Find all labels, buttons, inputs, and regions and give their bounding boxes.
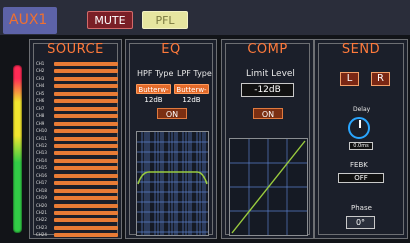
eq-panel: EQ HPF Type LPF Type Butterw-12dB Butter… <box>125 39 217 239</box>
send-title: SEND <box>341 42 381 57</box>
comp-graph <box>229 138 308 236</box>
send-panel: SEND L R Delay 0.0ms FEBK OFF Phase 0° <box>314 39 408 239</box>
phase-label: Phase <box>351 204 372 212</box>
channel-fader[interactable] <box>54 136 118 141</box>
febk-value[interactable]: OFF <box>338 173 384 183</box>
channel-fader[interactable] <box>54 173 118 178</box>
eq-graph-svg <box>137 132 208 235</box>
channel-fader[interactable] <box>54 151 118 156</box>
channel-fader[interactable] <box>54 181 118 186</box>
top-bar: AUX1 MUTE PFL <box>0 0 410 35</box>
delay-knob-pointer <box>359 120 361 128</box>
channel-fader[interactable] <box>54 233 118 238</box>
channel-fader[interactable] <box>54 91 118 96</box>
channel-fader[interactable] <box>54 99 118 104</box>
hpf-type-button[interactable]: Butterw-12dB <box>136 84 171 104</box>
comp-on-button[interactable]: ON <box>253 108 283 119</box>
send-left-button[interactable]: L <box>340 72 359 86</box>
channel-fader[interactable] <box>54 106 118 111</box>
aux1-tab[interactable]: AUX1 <box>3 7 57 34</box>
eq-graph <box>136 131 209 236</box>
channel-fader[interactable] <box>54 143 118 148</box>
hpf-type-value: Butterw-12dB <box>138 86 169 104</box>
channel-fader[interactable] <box>54 188 118 193</box>
channel-fader[interactable] <box>54 166 118 171</box>
level-meter <box>13 65 22 233</box>
send-right-button[interactable]: R <box>371 72 390 86</box>
channel-fader[interactable] <box>54 69 118 74</box>
lpf-type-value: Butterw-12dB <box>176 86 207 104</box>
channel-fader[interactable] <box>54 225 118 230</box>
channel-row[interactable]: CH24 <box>36 231 120 239</box>
channel-fader[interactable] <box>54 196 118 201</box>
phase-value[interactable]: 0° <box>346 216 375 229</box>
pfl-button[interactable]: PFL <box>142 11 188 29</box>
comp-title: COMP <box>247 42 288 57</box>
channel-fader[interactable] <box>54 121 118 126</box>
aux1-tab-label: AUX1 <box>9 12 48 28</box>
hpf-type-label: HPF Type <box>137 69 174 78</box>
channel-fader[interactable] <box>54 114 118 119</box>
channel-fader[interactable] <box>54 129 118 134</box>
lpf-type-button[interactable]: Butterw-12dB <box>174 84 209 104</box>
comp-panel: COMP Limit Level -12dB ON <box>221 39 314 239</box>
mute-button[interactable]: MUTE <box>87 11 133 29</box>
comp-graph-svg <box>230 139 307 235</box>
channel-fader[interactable] <box>54 203 118 208</box>
channel-fader[interactable] <box>54 158 118 163</box>
channel-fader[interactable] <box>54 211 118 215</box>
eq-title: EQ <box>161 42 181 57</box>
delay-label: Delay <box>353 106 371 113</box>
lpf-type-label: LPF Type <box>177 69 212 78</box>
eq-on-button[interactable]: ON <box>157 108 187 119</box>
channel-fader[interactable] <box>54 84 118 89</box>
delay-value: 0.0ms <box>349 142 373 150</box>
channel-fader[interactable] <box>54 76 118 81</box>
limit-level-label: Limit Level <box>246 69 295 79</box>
source-title: SOURCE <box>47 42 104 57</box>
channel-label: CH24 <box>36 232 47 238</box>
channel-fader[interactable] <box>54 218 118 223</box>
source-panel: SOURCE CH1 CH2 CH3 CH4 CH5 CH6 CH7 CH8 CH9 CH10 CH… <box>29 39 122 239</box>
channel-fader[interactable] <box>54 62 118 66</box>
delay-knob[interactable] <box>348 117 370 139</box>
febk-label: FEBK <box>350 161 368 169</box>
limit-level-value[interactable]: -12dB <box>241 83 294 97</box>
